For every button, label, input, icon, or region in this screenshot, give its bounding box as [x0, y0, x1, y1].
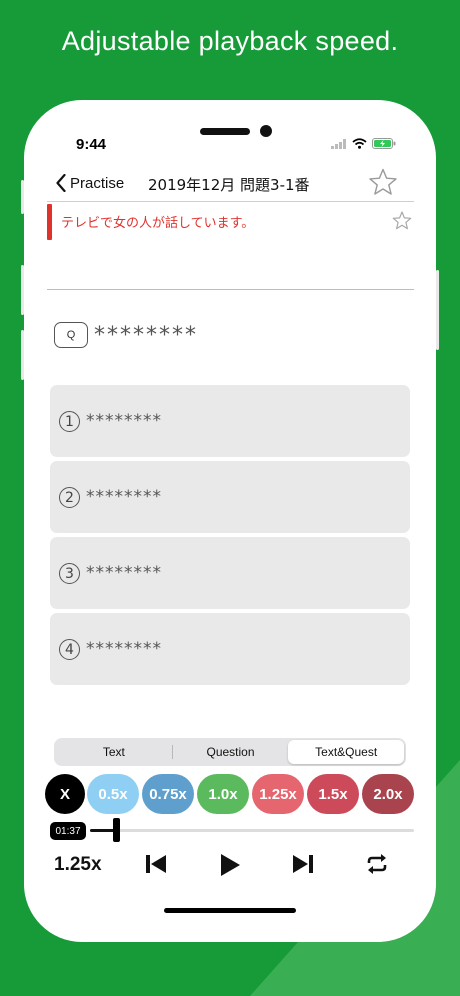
option-number: 4 [59, 639, 80, 660]
wifi-icon [352, 138, 367, 149]
repeat-icon[interactable] [365, 852, 389, 876]
elapsed-time: 01:37 [50, 822, 86, 840]
sentence-divider [47, 289, 414, 290]
signal-icon [331, 138, 346, 149]
answer-option-2[interactable]: 2 ******** [50, 461, 410, 533]
option-number: 3 [59, 563, 80, 584]
phone-side-button [21, 180, 24, 214]
back-label: Practise [70, 174, 125, 192]
play-icon[interactable] [218, 852, 242, 878]
battery-charging-icon [372, 138, 396, 149]
phone-side-button [21, 265, 24, 315]
star-outline-icon[interactable] [368, 168, 398, 196]
tab-text[interactable]: Text [56, 740, 172, 764]
option-text: ******** [86, 411, 162, 431]
header-divider [47, 201, 414, 202]
speed-1.0x-button[interactable]: 1.0x [197, 774, 249, 814]
notch-speaker [200, 128, 250, 135]
phone-frame: 9:44 Practise 2019年12月 問題3-1番 テレビで女の人が話し… [24, 100, 436, 942]
chevron-left-icon [56, 174, 66, 192]
skip-forward-icon[interactable] [291, 852, 315, 876]
option-text: ******** [86, 487, 162, 507]
option-number: 2 [59, 487, 80, 508]
answer-option-4[interactable]: 4 ******** [50, 613, 410, 685]
skip-back-icon[interactable] [144, 852, 168, 876]
progress-thumb[interactable] [112, 818, 120, 842]
speed-0.5x-button[interactable]: 0.5x [87, 774, 139, 814]
status-time: 9:44 [76, 136, 107, 153]
speed-0.75x-button[interactable]: 0.75x [142, 774, 194, 814]
phone-side-button [436, 270, 439, 350]
sentence-marker [47, 204, 52, 240]
phone-side-button [21, 330, 24, 380]
notch-camera [260, 125, 272, 137]
page-title: 2019年12月 問題3-1番 [148, 176, 310, 194]
option-text: ******** [86, 563, 162, 583]
current-speed-label[interactable]: 1.25x [54, 854, 102, 876]
tab-question[interactable]: Question [173, 740, 289, 764]
close-speed-button[interactable]: X [45, 774, 85, 814]
display-mode-segmented-control: Text Question Text&Quest [54, 738, 406, 766]
speed-1.25x-button[interactable]: 1.25x [252, 774, 304, 814]
answer-option-3[interactable]: 3 ******** [50, 537, 410, 609]
speed-2.0x-button[interactable]: 2.0x [362, 774, 414, 814]
tab-text-and-question[interactable]: Text&Quest [288, 740, 405, 764]
speed-1.5x-button[interactable]: 1.5x [307, 774, 359, 814]
answer-option-1[interactable]: 1 ******** [50, 385, 410, 457]
navigation-bar: Practise 2019年12月 問題3-1番 [24, 168, 436, 204]
sentence-text[interactable]: テレビで女の人が話しています。 [61, 212, 254, 231]
option-number: 1 [59, 411, 80, 432]
question-badge: Q [54, 322, 88, 348]
promo-headline: Adjustable playback speed. [61, 26, 399, 56]
star-outline-icon[interactable] [392, 211, 412, 230]
progress-track[interactable] [90, 829, 414, 832]
question-text: ******** [94, 323, 198, 348]
back-button[interactable]: Practise [56, 174, 124, 192]
status-icons [331, 138, 396, 149]
option-text: ******** [86, 639, 162, 659]
home-indicator [164, 908, 296, 913]
